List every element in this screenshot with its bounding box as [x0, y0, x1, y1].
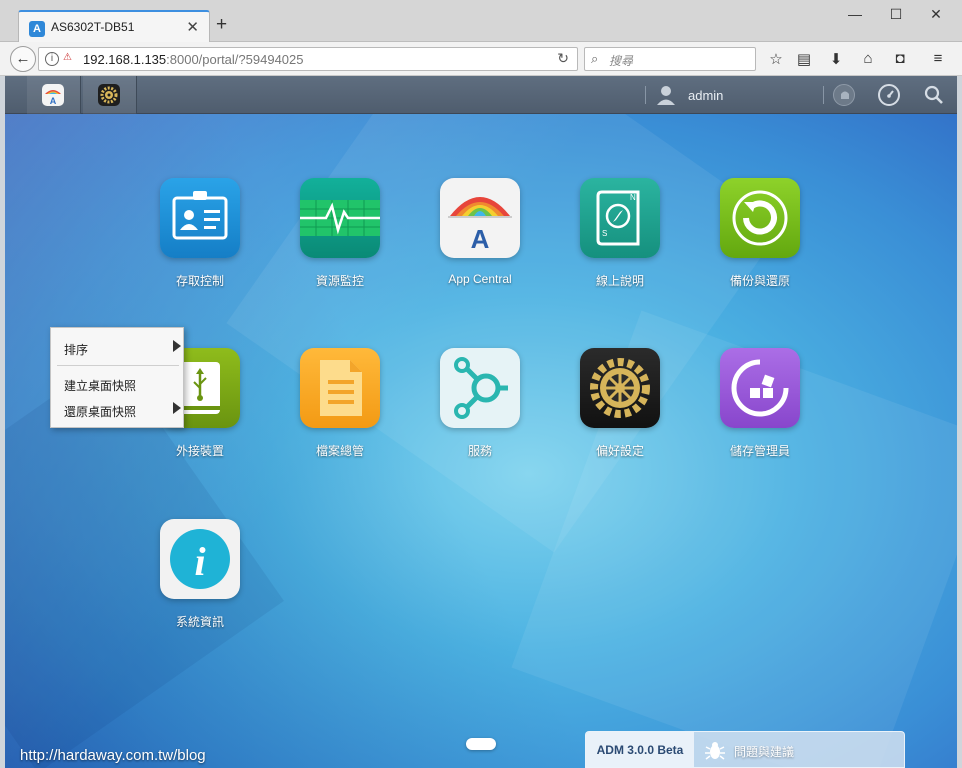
site-info-icon[interactable]: i — [45, 52, 59, 66]
storage-manager-icon — [720, 348, 800, 428]
url-host: 192.168.1.135 — [83, 52, 167, 67]
taskbar-app-central[interactable]: A — [27, 76, 81, 114]
app-preferences[interactable]: 偏好設定 — [560, 348, 680, 459]
app-access-control[interactable]: 存取控制 — [140, 178, 260, 289]
info-icon: i — [160, 519, 240, 599]
app-label: 資源監控 — [315, 274, 364, 288]
browser-tab[interactable]: A AS6302T-DB51 ✕ — [18, 10, 210, 43]
tab-close-icon[interactable]: ✕ — [186, 18, 199, 36]
download-icon[interactable]: ⬇ — [826, 50, 846, 68]
id-card-icon — [160, 178, 240, 258]
app-label: 備份與還原 — [729, 274, 790, 288]
app-label: 檔案總管 — [315, 444, 364, 458]
tab-title: AS6302T-DB51 — [51, 20, 135, 34]
insecure-lock-icon[interactable]: ⚠ — [63, 52, 75, 66]
asustor-favicon-icon: A — [29, 21, 45, 37]
app-storage-manager[interactable]: 儲存管理員 — [700, 348, 820, 459]
bottom-info-panel: ADM 3.0.0 Beta 問題與建議 — [585, 731, 905, 768]
menu-item-create-snapshot[interactable]: 建立桌面快照 — [51, 372, 185, 396]
taskbar-separator — [645, 86, 646, 104]
back-icon[interactable]: ← — [10, 46, 36, 72]
url-text: 192.168.1.135:8000/portal/?59494025 — [83, 52, 304, 67]
app-file-explorer[interactable]: 檔案總管 — [280, 348, 400, 459]
app-label: App Central — [448, 272, 512, 286]
app-app-central[interactable]: A App Central — [420, 178, 540, 286]
dashboard-gauge-icon[interactable] — [878, 84, 900, 106]
app-backup-restore[interactable]: 備份與還原 — [700, 178, 820, 289]
browser-tab-bar: A AS6302T-DB51 ✕ + — ☐ ✕ — [0, 0, 962, 43]
watermark-text: http://hardaway.com.tw/blog — [20, 747, 206, 764]
url-path: :8000/portal/?59494025 — [166, 52, 304, 67]
menu-item-label: 建立桌面快照 — [64, 379, 137, 393]
app-resource-monitor[interactable]: 資源監控 — [280, 178, 400, 289]
svg-text:A: A — [471, 224, 490, 254]
app-label: 儲存管理員 — [729, 444, 790, 458]
svg-text:N: N — [630, 193, 636, 202]
help-book-icon: N S — [580, 178, 660, 258]
menu-item-label: 排序 — [64, 343, 89, 357]
new-tab-icon[interactable]: + — [216, 15, 227, 34]
app-label: 服務 — [467, 444, 492, 458]
app-central-icon: A — [42, 84, 64, 106]
address-bar[interactable]: i ⚠ 192.168.1.135:8000/portal/?59494025 … — [38, 47, 578, 71]
bookmark-star-icon[interactable]: ☆ — [766, 50, 786, 68]
menu-item-sort[interactable]: 排序 — [51, 336, 185, 360]
submenu-arrow-icon — [173, 340, 181, 352]
services-icon — [440, 348, 520, 428]
menu-item-restore-snapshot[interactable]: 還原桌面快照 — [51, 398, 185, 422]
app-services[interactable]: 服務 — [420, 348, 540, 459]
search-input[interactable]: ⌕ 搜尋 — [584, 47, 756, 71]
notification-bell-icon[interactable] — [833, 84, 855, 106]
app-label: 存取控制 — [175, 274, 224, 288]
app-system-information[interactable]: i 系統資訊 — [140, 519, 260, 630]
taskbar-separator — [823, 86, 824, 104]
gear-icon — [98, 84, 120, 106]
desktop-page-indicator[interactable] — [466, 738, 496, 750]
username-label[interactable]: admin — [688, 88, 723, 103]
search-icon[interactable] — [923, 84, 945, 106]
app-label: 線上說明 — [595, 274, 644, 288]
minimize-icon[interactable]: — — [843, 6, 867, 22]
app-label: 系統資訊 — [175, 615, 224, 629]
svg-text:i: i — [194, 539, 205, 584]
close-window-icon[interactable]: ✕ — [924, 6, 948, 23]
feedback-link[interactable]: 問題與建議 — [734, 743, 794, 760]
pocket-icon[interactable]: ◘ — [890, 50, 910, 67]
menu-separator — [57, 365, 179, 366]
svg-text:S: S — [602, 229, 607, 238]
app-label: 偏好設定 — [595, 444, 644, 458]
app-central-icon: A — [440, 178, 520, 258]
menu-icon[interactable]: ≡ — [928, 50, 948, 67]
svg-text:A: A — [50, 96, 57, 106]
maximize-icon[interactable]: ☐ — [884, 6, 908, 23]
user-avatar-icon[interactable] — [655, 84, 677, 106]
heartbeat-monitor-icon — [300, 178, 380, 258]
app-online-help[interactable]: N S 線上說明 — [560, 178, 680, 289]
home-icon[interactable]: ⌂ — [858, 50, 878, 67]
adm-taskbar: A admin — [5, 76, 957, 114]
submenu-arrow-icon — [173, 402, 181, 414]
bug-icon[interactable] — [704, 740, 726, 762]
taskbar-preferences[interactable] — [83, 76, 137, 114]
gear-icon — [580, 348, 660, 428]
reload-icon[interactable]: ↻ — [557, 50, 569, 67]
search-placeholder: 搜尋 — [609, 54, 634, 68]
right-window-edge — [957, 76, 962, 768]
desktop-context-menu: 排序 建立桌面快照 還原桌面快照 — [50, 327, 184, 428]
app-label: 外接裝置 — [175, 444, 224, 458]
adm-version-label: ADM 3.0.0 Beta — [586, 732, 694, 767]
browser-nav-bar: ← i ⚠ 192.168.1.135:8000/portal/?5949402… — [0, 42, 962, 76]
backup-restore-icon — [720, 178, 800, 258]
menu-item-label: 還原桌面快照 — [64, 405, 137, 419]
search-icon: ⌕ — [591, 51, 599, 66]
file-document-icon — [300, 348, 380, 428]
reading-list-icon[interactable]: ▤ — [794, 50, 814, 68]
